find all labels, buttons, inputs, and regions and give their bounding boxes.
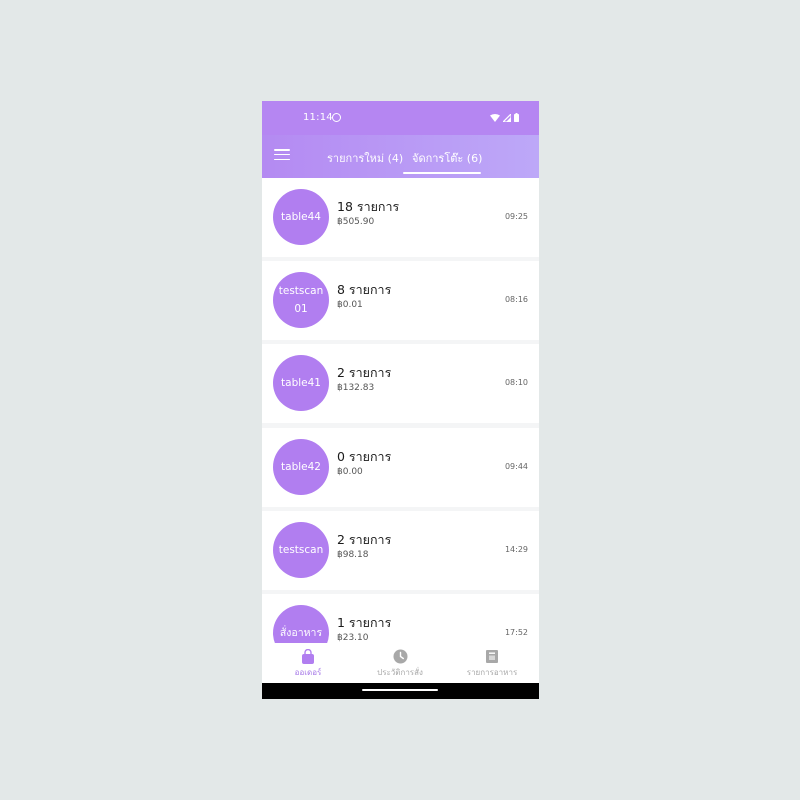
order-time: 08:10 (504, 378, 528, 387)
wifi-icon (490, 113, 500, 122)
order-amount: ฿0.00 (337, 467, 363, 477)
order-time: 17:52 (504, 628, 528, 637)
item-count: 0 รายการ (337, 449, 392, 464)
order-amount: ฿0.01 (337, 300, 363, 310)
nav-label: รายการอาหาร (466, 668, 518, 677)
nav-label: ออเดอร์ (294, 668, 322, 677)
app-bar: รายการใหม่ (4) จัดการโต๊ะ (6) (262, 135, 539, 178)
order-amount: ฿132.83 (337, 383, 375, 393)
phone-screen: 11:14 รายการใหม่ (4) จัดการโต๊ะ (6) tabl… (262, 101, 539, 699)
status-bar: 11:14 (262, 101, 539, 135)
shopping-bag-icon (302, 649, 314, 664)
tab-manage-tables[interactable]: จัดการโต๊ะ (6) (412, 149, 482, 167)
table-name: table41 (281, 377, 321, 389)
table-avatar: table41 (273, 355, 329, 411)
order-amount: ฿98.18 (337, 550, 369, 560)
table-name: testscan01 (278, 285, 324, 315)
table-avatar: table42 (273, 439, 329, 495)
table-avatar: table44 (273, 189, 329, 245)
item-count: 1 รายการ (337, 615, 392, 630)
bottom-nav: ออเดอร์ ประวัติการสั่ง รายการอาหาร (262, 643, 539, 683)
table-name: table42 (281, 461, 321, 473)
system-gesture-bar (262, 683, 539, 699)
globe-icon (332, 113, 341, 122)
status-icons (490, 113, 519, 122)
status-time: 11:14 (303, 112, 333, 123)
table-avatar: testscan (273, 522, 329, 578)
nav-item-history[interactable]: ประวัติการสั่ง (354, 649, 446, 679)
signal-icon (503, 113, 511, 122)
order-time: 09:25 (504, 212, 528, 221)
table-card[interactable]: table42 0 รายการ ฿0.00 09:44 (262, 428, 539, 507)
table-name: table44 (281, 211, 321, 223)
menu-book-icon (486, 650, 498, 663)
table-card[interactable]: testscan01 8 รายการ ฿0.01 08:16 (262, 261, 539, 340)
table-name: testscan (278, 544, 324, 556)
item-count: 2 รายการ (337, 365, 392, 380)
order-amount: ฿23.10 (337, 633, 369, 643)
order-time: 08:16 (504, 295, 528, 304)
table-card[interactable]: table44 18 รายการ ฿505.90 09:25 (262, 178, 539, 257)
nav-item-orders[interactable]: ออเดอร์ (262, 649, 354, 679)
clock-icon (393, 649, 407, 664)
item-count: 8 รายการ (337, 282, 392, 297)
table-avatar: testscan01 (273, 272, 329, 328)
nav-item-menu[interactable]: รายการอาหาร (446, 649, 538, 679)
battery-icon (514, 113, 519, 122)
table-list: table44 18 รายการ ฿505.90 09:25 testscan… (262, 178, 539, 699)
order-amount: ฿505.90 (337, 217, 375, 227)
gesture-handle[interactable] (362, 689, 438, 691)
item-count: 2 รายการ (337, 532, 392, 547)
table-card[interactable]: table41 2 รายการ ฿132.83 08:10 (262, 344, 539, 423)
order-time: 14:29 (504, 545, 528, 554)
table-name: สั่งอาหาร (279, 627, 323, 639)
item-count: 18 รายการ (337, 199, 400, 214)
hamburger-menu-icon[interactable] (274, 149, 290, 163)
table-card[interactable]: testscan 2 รายการ ฿98.18 14:29 (262, 511, 539, 590)
nav-label: ประวัติการสั่ง (377, 668, 423, 677)
tab-new-orders[interactable]: รายการใหม่ (4) (327, 149, 403, 167)
order-time: 09:44 (504, 462, 528, 471)
active-tab-indicator (403, 172, 481, 174)
